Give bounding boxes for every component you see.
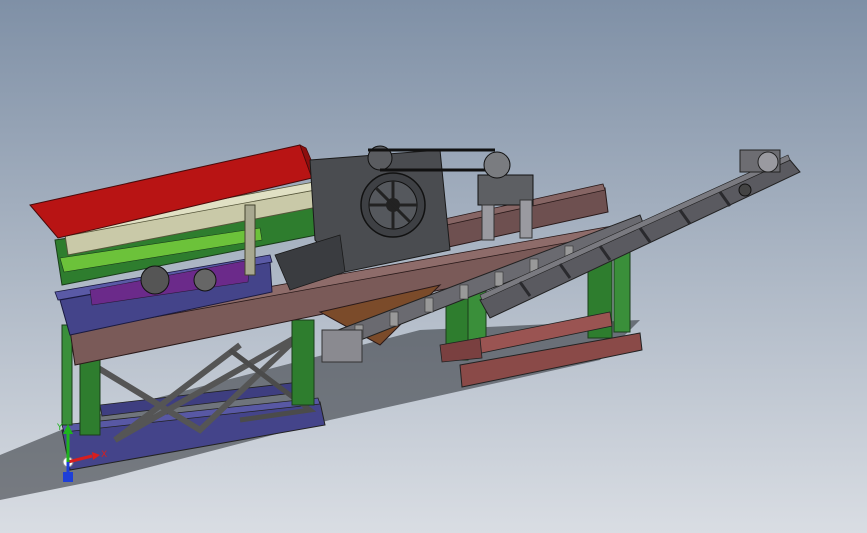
leg-front-left-inner xyxy=(61,324,73,426)
leg-rear-left xyxy=(291,319,315,406)
vibrator-motor-2 xyxy=(193,268,217,292)
tail-pulley-frame xyxy=(321,329,363,363)
triad-x-label: X xyxy=(101,450,107,460)
vibrator-motor xyxy=(140,265,170,295)
screen-vertical-post xyxy=(244,204,256,276)
triad-z-marker xyxy=(63,472,73,482)
crusher-flywheel xyxy=(360,172,426,238)
cad-viewport[interactable]: X Y xyxy=(0,0,867,533)
triad-y-label: Y xyxy=(56,423,63,433)
